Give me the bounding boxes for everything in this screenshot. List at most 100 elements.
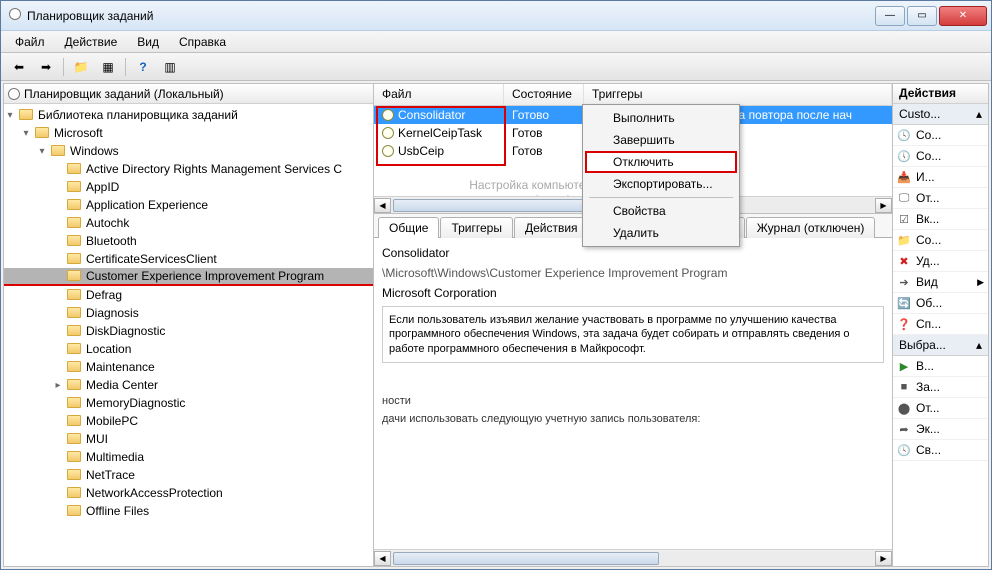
app-icon	[9, 8, 21, 23]
display-icon: 🖵	[897, 191, 911, 205]
scroll-right-icon[interactable]: ▶	[875, 198, 892, 213]
run-icon: ▶	[897, 359, 911, 373]
actions-section-2[interactable]: Выбра...▴	[893, 335, 988, 356]
clock-icon: 🕓	[897, 128, 911, 142]
tree-node[interactable]: ▾Windows	[4, 142, 373, 160]
properties-button[interactable]: ▦	[96, 56, 120, 78]
tab-history[interactable]: Журнал (отключен)	[746, 217, 876, 238]
action-item[interactable]: 🖵От...	[893, 188, 988, 209]
tree-root-label: Планировщик заданий (Локальный)	[24, 87, 224, 101]
minimize-button[interactable]: —	[875, 6, 905, 26]
menu-view[interactable]: Вид	[129, 33, 167, 51]
delete-icon: ✖	[897, 254, 911, 268]
scroll-left-icon[interactable]: ◀	[374, 198, 391, 213]
tree-node[interactable]: MUI	[4, 430, 373, 448]
ctx-export[interactable]: Экспортировать...	[585, 173, 737, 195]
col-triggers[interactable]: Триггеры	[584, 84, 892, 105]
collapse-icon: ▴	[976, 338, 982, 352]
scroll-left-icon[interactable]: ◀	[374, 551, 391, 566]
scroll-right-icon[interactable]: ▶	[875, 551, 892, 566]
ctx-delete[interactable]: Удалить	[585, 222, 737, 244]
tab-actions[interactable]: Действия	[514, 217, 589, 238]
actions-section-1[interactable]: Custo...▴	[893, 104, 988, 125]
tree-node[interactable]: MobilePC	[4, 412, 373, 430]
action-item[interactable]: 🔄Об...	[893, 293, 988, 314]
tree-pane: Планировщик заданий (Локальный) ▾Библиот…	[4, 84, 374, 566]
maximize-button[interactable]: ▭	[907, 6, 937, 26]
tree-node[interactable]: Diagnosis	[4, 304, 373, 322]
tree-node[interactable]: Defrag	[4, 286, 373, 304]
props-icon: 🕓	[897, 443, 911, 457]
tree-node[interactable]: ▾Microsoft	[4, 124, 373, 142]
tree-node[interactable]: Bluetooth	[4, 232, 373, 250]
tree-node[interactable]: Customer Experience Improvement Program	[4, 268, 373, 286]
tree-node[interactable]: ▸Media Center	[4, 376, 373, 394]
menu-file[interactable]: Файл	[7, 33, 53, 51]
col-file[interactable]: Файл	[374, 84, 504, 105]
main-window: Планировщик заданий — ▭ ✕ Файл Действие …	[0, 0, 992, 570]
tree-node[interactable]: MemoryDiagnostic	[4, 394, 373, 412]
task-author: Microsoft Corporation	[382, 286, 884, 300]
tree-node[interactable]: DiskDiagnostic	[4, 322, 373, 340]
col-state[interactable]: Состояние	[504, 84, 584, 105]
action-item[interactable]: ▶В...	[893, 356, 988, 377]
tree[interactable]: ▾Библиотека планировщика заданий▾Microso…	[4, 104, 373, 566]
export-icon: ➦	[897, 422, 911, 436]
tab-general[interactable]: Общие	[378, 217, 439, 238]
action-item[interactable]: ☑Вк...	[893, 209, 988, 230]
forward-button[interactable]: ➡	[34, 56, 58, 78]
close-button[interactable]: ✕	[939, 6, 987, 26]
menu-help[interactable]: Справка	[171, 33, 234, 51]
tab-content-general: Consolidator \Microsoft\Windows\Customer…	[374, 238, 892, 549]
security-suffix: ности	[382, 395, 884, 407]
help-button[interactable]: ?	[131, 56, 155, 78]
context-menu[interactable]: Выполнить Завершить Отключить Экспортиро…	[582, 104, 740, 247]
refresh-icon: 🔄	[897, 296, 911, 310]
back-button[interactable]: ⬅	[7, 56, 31, 78]
action-item[interactable]: 🕓Со...	[893, 125, 988, 146]
tree-node[interactable]: Application Experience	[4, 196, 373, 214]
action-item[interactable]: 📥И...	[893, 167, 988, 188]
tree-node[interactable]: Maintenance	[4, 358, 373, 376]
action-item[interactable]: 📁Со...	[893, 230, 988, 251]
help-icon: ❓	[897, 317, 911, 331]
action-item[interactable]: 🕔Со...	[893, 146, 988, 167]
action-item[interactable]: 🕓Св...	[893, 440, 988, 461]
action-item[interactable]: ⬤От...	[893, 398, 988, 419]
action-item[interactable]: ➔Вид▶	[893, 272, 988, 293]
actions-header: Действия	[893, 84, 988, 104]
view-icon: ➔	[897, 275, 911, 289]
action-item[interactable]: ✖Уд...	[893, 251, 988, 272]
tree-node[interactable]: AppID	[4, 178, 373, 196]
tree-root-header[interactable]: Планировщик заданий (Локальный)	[4, 84, 373, 104]
action-item[interactable]: ❓Сп...	[893, 314, 988, 335]
titlebar: Планировщик заданий — ▭ ✕	[1, 1, 991, 31]
tree-node[interactable]: CertificateServicesClient	[4, 250, 373, 268]
tree-node[interactable]: NetTrace	[4, 466, 373, 484]
tree-node[interactable]: Location	[4, 340, 373, 358]
tree-node[interactable]: Offline Files	[4, 502, 373, 520]
up-button[interactable]: 📁	[69, 56, 93, 78]
detail-hscroll[interactable]: ◀ ▶	[374, 549, 892, 566]
ctx-run[interactable]: Выполнить	[585, 107, 737, 129]
toolbar: ⬅ ➡ 📁 ▦ ? ▥	[1, 53, 991, 81]
security-line: дачи использовать следующую учетную запи…	[382, 413, 884, 425]
ctx-props[interactable]: Свойства	[585, 200, 737, 222]
action-item[interactable]: ■За...	[893, 377, 988, 398]
tree-node[interactable]: ▾Библиотека планировщика заданий	[4, 106, 373, 124]
clock2-icon: 🕔	[897, 149, 911, 163]
task-path: \Microsoft\Windows\Customer Experience I…	[382, 266, 884, 280]
menu-action[interactable]: Действие	[57, 33, 126, 51]
tree-node[interactable]: NetworkAccessProtection	[4, 484, 373, 502]
pane-button[interactable]: ▥	[158, 56, 182, 78]
task-icon	[382, 127, 394, 139]
ctx-end[interactable]: Завершить	[585, 129, 737, 151]
folder-icon: 📁	[897, 233, 911, 247]
tab-triggers[interactable]: Триггеры	[440, 217, 513, 238]
ctx-disable[interactable]: Отключить	[585, 151, 737, 173]
tree-node[interactable]: Active Directory Rights Management Servi…	[4, 160, 373, 178]
tree-node[interactable]: Multimedia	[4, 448, 373, 466]
action-item[interactable]: ➦Эк...	[893, 419, 988, 440]
clock-icon	[8, 88, 20, 100]
tree-node[interactable]: Autochk	[4, 214, 373, 232]
